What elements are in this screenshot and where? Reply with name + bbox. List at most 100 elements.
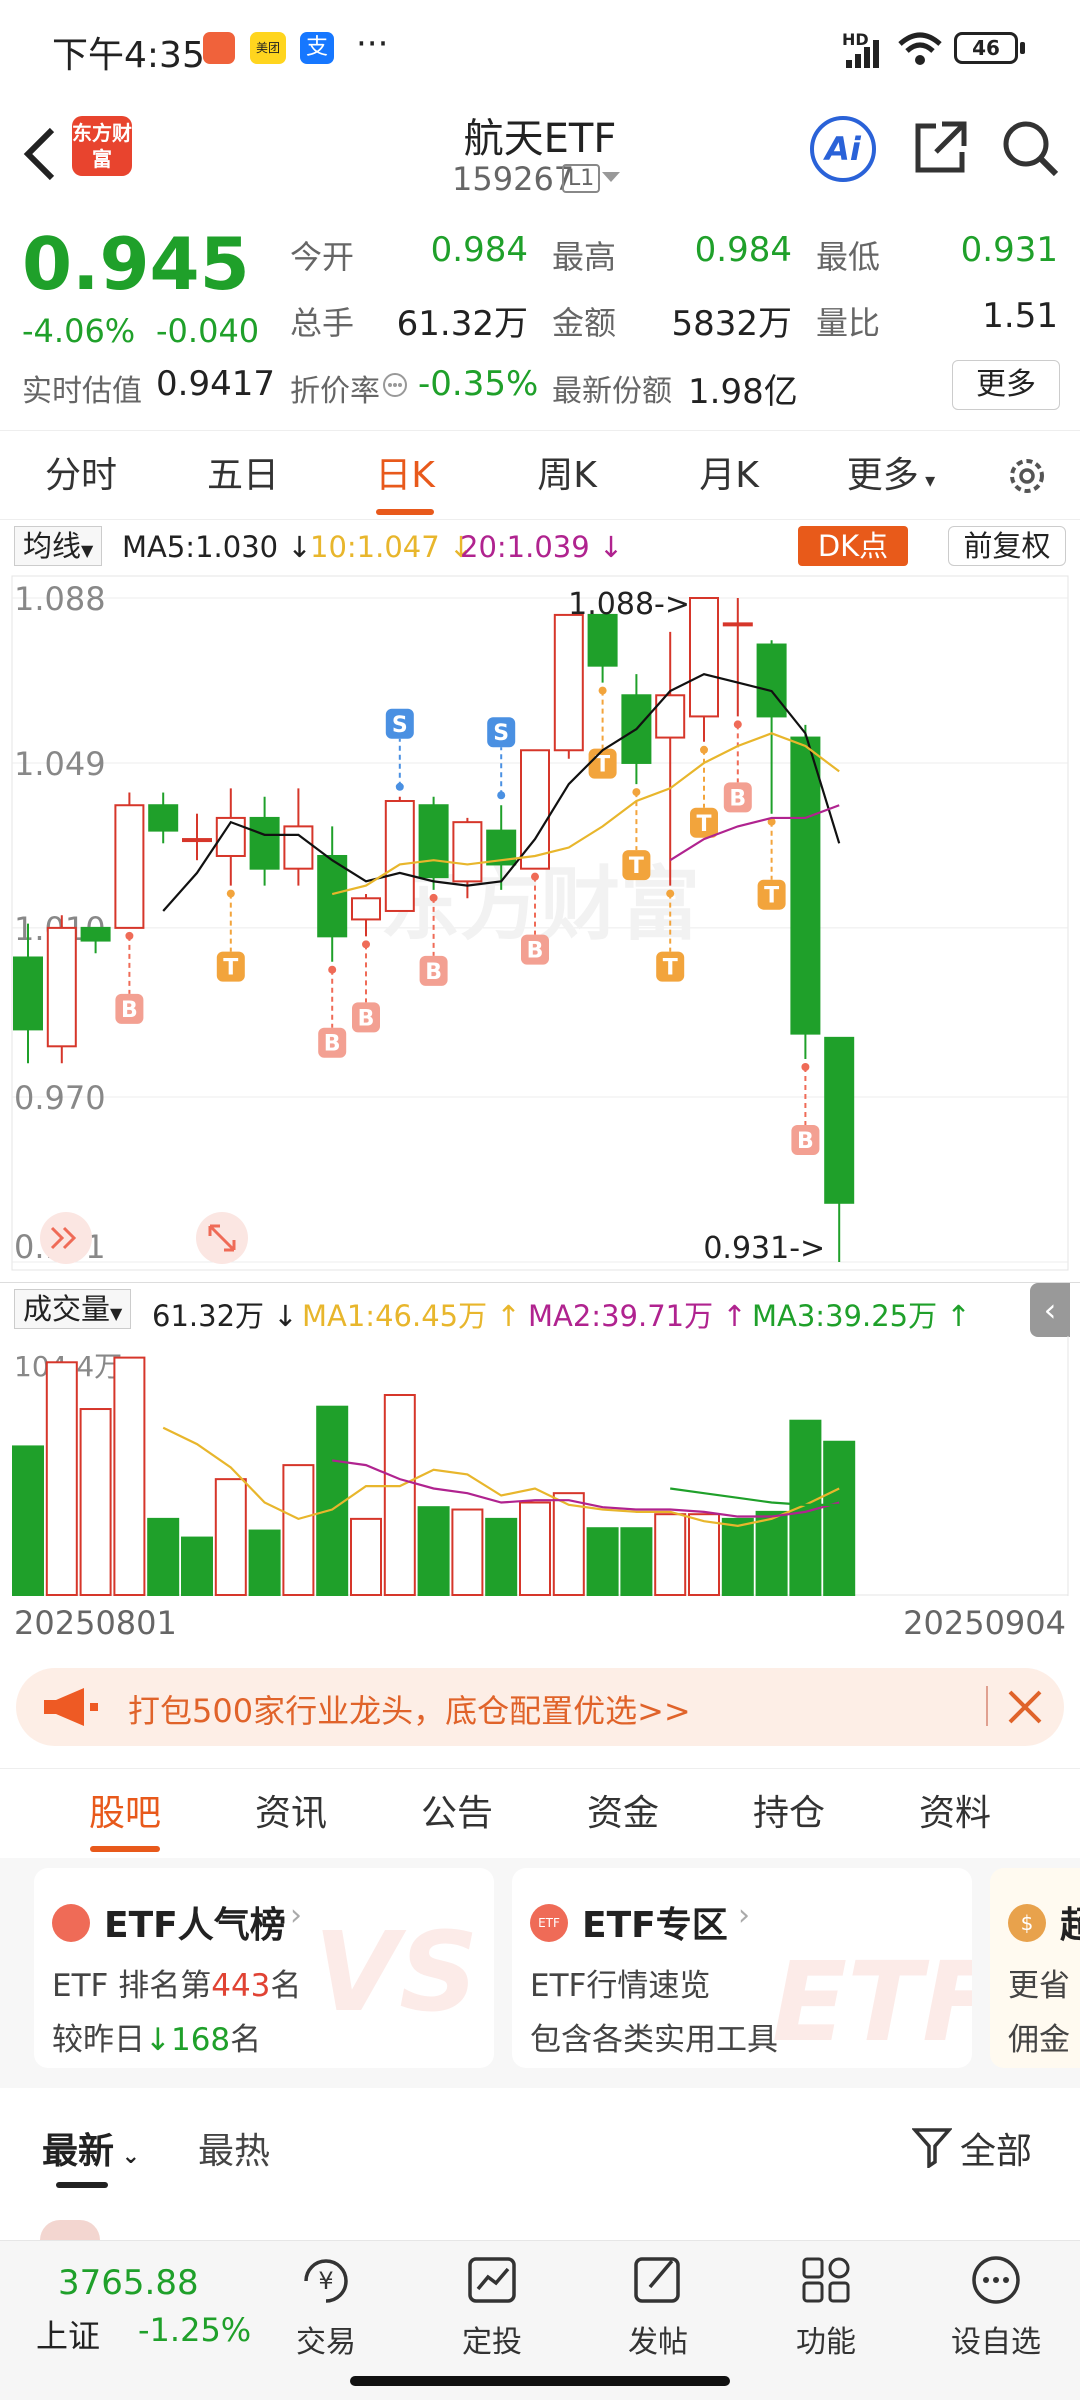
latest-tab[interactable]: 最新 ⌄ <box>42 2122 140 2174</box>
tab-1[interactable]: 五日 <box>162 431 324 521</box>
settings-gear-icon[interactable] <box>1004 453 1050 499</box>
volume-bar <box>79 1408 112 1596</box>
expand-arrows-icon[interactable] <box>40 1212 92 1264</box>
back-icon[interactable] <box>22 126 58 182</box>
functions-label: 功能 <box>796 2325 856 2360</box>
candlestick-chart[interactable]: 东方财富1.0881.0491.0100.9700.931BTBBSBSBTTT… <box>0 572 1080 1282</box>
collapse-panel-button[interactable]: ‹ <box>1030 1283 1070 1337</box>
quote-label: 总手 <box>290 304 355 342</box>
card-title: 超 <box>1060 1905 1080 1946</box>
section-tab-1[interactable]: 资讯 <box>208 1769 374 1859</box>
candle[interactable] <box>452 821 483 883</box>
trade-button[interactable]: ¥ 交易 <box>266 2251 386 2361</box>
etf-icon: ETF <box>530 1904 568 1942</box>
quote-value: 61.32万 <box>396 304 528 344</box>
eastmoney-logo[interactable]: 东方财富 <box>72 116 132 176</box>
tab-5[interactable]: 更多 ▾ <box>810 431 972 521</box>
section-tab-4[interactable]: 持仓 <box>706 1769 872 1859</box>
candle[interactable] <box>80 926 111 942</box>
rank-value: 443 <box>211 1968 271 2004</box>
quote-value: 1.51 <box>982 296 1058 336</box>
high-marker: 1.088-> <box>568 587 690 622</box>
candle[interactable] <box>317 854 348 938</box>
candle[interactable] <box>553 613 584 752</box>
dk-point-button[interactable]: DK点 <box>798 526 908 566</box>
signal-dot <box>632 788 641 797</box>
hot-tab[interactable]: 最热 <box>198 2122 270 2174</box>
volume-select[interactable]: 成交量▼ <box>14 1289 132 1329</box>
invest-plan-button[interactable]: 定投 <box>432 2251 552 2361</box>
tab-4[interactable]: 月K <box>648 431 810 521</box>
info-icon[interactable] <box>382 372 408 398</box>
index-value[interactable]: 3765.88 <box>58 2263 199 2303</box>
page-title: 航天ETF <box>463 116 617 162</box>
more-notifications-icon: ··· <box>356 24 389 64</box>
add-watchlist-button[interactable]: 设自选 <box>936 2251 1056 2361</box>
candle[interactable] <box>182 838 212 843</box>
candle[interactable] <box>13 956 43 1031</box>
candle[interactable] <box>722 622 753 627</box>
candle[interactable] <box>824 1036 855 1204</box>
signal-letter: B <box>797 1129 814 1154</box>
chevron-down-icon[interactable] <box>600 170 622 186</box>
index-name[interactable]: 上证 <box>36 2311 100 2357</box>
candle[interactable] <box>689 597 719 718</box>
section-tab-2[interactable]: 公告 <box>374 1769 540 1859</box>
adjust-button[interactable]: 前复权 <box>948 526 1066 566</box>
ma-bar: 均线▼ MA5:1.030 ↓ 10:1.047 ↓ 20:1.039 ↓ DK… <box>0 522 1080 572</box>
promo-banner[interactable]: 打包500家行业龙头，底仓配置优选>> <box>16 1668 1064 1746</box>
last-price: 0.945 <box>22 222 250 306</box>
volume-bar <box>755 1510 788 1596</box>
card-title: ETF人气榜 <box>104 1905 286 1946</box>
section-tab-3[interactable]: 资金 <box>540 1769 706 1859</box>
volume-value: 61.32万 ↓ <box>152 1299 298 1333</box>
quote-label: 金额 <box>552 304 617 342</box>
functions-button[interactable]: 功能 <box>766 2251 886 2361</box>
signal-dot <box>666 889 675 898</box>
candle[interactable] <box>384 800 415 912</box>
candle[interactable] <box>283 825 314 870</box>
volume-bar: 成交量▼ 61.32万 ↓ MA1:46.45万 ↑ MA2:39.71万 ↑ … <box>0 1282 1080 1337</box>
candle[interactable] <box>756 643 787 718</box>
candle[interactable] <box>418 804 449 879</box>
candle[interactable] <box>148 804 179 832</box>
etf-zone-card[interactable]: ETF ETF ETF专区 › ETF行情速览 包含各类实用工具 <box>512 1868 972 2068</box>
filter-icon[interactable] <box>912 2126 952 2168</box>
signal-letter: B <box>729 786 746 811</box>
section-tabs: 股吧 资讯 公告 资金 持仓 资料 <box>0 1768 1080 1858</box>
candle[interactable] <box>790 736 821 1035</box>
etf-popularity-card[interactable]: VS ETF人气榜 › ETF 排名第443名 较昨日↓168名 <box>34 1868 494 2068</box>
search-icon[interactable] <box>1000 118 1060 178</box>
close-icon[interactable] <box>1006 1688 1044 1726</box>
card-line2: 较昨日↓168名 <box>52 2014 261 2059</box>
latest-underline <box>56 2182 108 2188</box>
share-icon[interactable] <box>910 118 970 178</box>
signal-letter: B <box>324 1032 341 1057</box>
tab-0[interactable]: 分时 <box>0 431 162 521</box>
change-label: 较昨日 <box>52 2022 145 2058</box>
candle[interactable] <box>249 816 280 870</box>
section-tab-5[interactable]: 资料 <box>872 1769 1038 1859</box>
ma-select[interactable]: 均线▼ <box>14 526 103 566</box>
candle[interactable] <box>46 926 77 1048</box>
change-amount: -0.040 <box>156 312 260 350</box>
filter-all[interactable]: 全部 <box>960 2122 1032 2174</box>
candle[interactable] <box>587 613 618 667</box>
candle[interactable] <box>114 804 145 929</box>
edit-icon <box>634 2257 680 2303</box>
tab-3[interactable]: 周K <box>486 431 648 521</box>
volume-bar <box>45 1361 78 1596</box>
tab-2[interactable]: 日K <box>324 431 486 521</box>
active-section-underline <box>90 1846 160 1852</box>
post-button[interactable]: 发帖 <box>598 2251 718 2361</box>
level-badge[interactable]: L1 <box>562 164 601 193</box>
ai-button[interactable]: Ai <box>810 116 876 182</box>
ma10-value: 10:1.047 ↓ <box>310 530 474 564</box>
add-watchlist-label: 设自选 <box>951 2325 1041 2360</box>
index-change[interactable]: -1.25% <box>138 2311 251 2349</box>
discount-label: 折价率 <box>290 374 380 409</box>
banner-text: 打包500家行业龙头，底仓配置优选>> <box>128 1692 691 1730</box>
third-card[interactable]: $ 超 更省 佣金 <box>990 1868 1080 2068</box>
more-button[interactable]: 更多 <box>952 360 1060 410</box>
candle[interactable] <box>351 897 381 921</box>
